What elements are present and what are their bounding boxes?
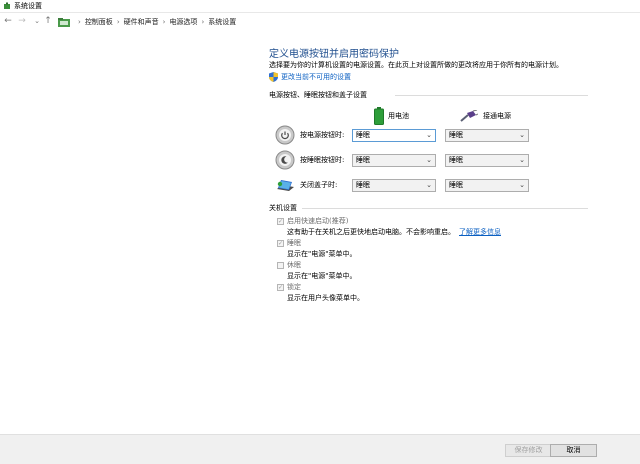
section-divider <box>395 95 588 96</box>
select-value: 睡眠 <box>356 181 370 189</box>
power-plug-icon <box>460 110 478 122</box>
sleep-option-label: 睡眠 <box>287 239 301 247</box>
page-description: 选择要为你的计算机设置的电源设置。在此页上对设置所做的更改将应用于你所有的电源计… <box>269 61 563 69</box>
power-button-battery-select[interactable]: 睡眠 ⌄ <box>352 129 436 142</box>
section-divider <box>302 208 588 209</box>
cancel-button[interactable]: 取消 <box>550 444 597 457</box>
sleep-option-description: 显示在"电源"菜单中。 <box>287 250 357 258</box>
fast-startup-label: 启用快速启动(推荐) <box>287 217 349 225</box>
lid-close-battery-select[interactable]: 睡眠 ⌄ <box>352 179 436 192</box>
control-panel-icon <box>58 17 70 27</box>
plugged-column-label: 接通电源 <box>483 112 511 120</box>
title-bar: 系统设置 <box>0 0 640 13</box>
sleep-button-icon <box>275 150 295 170</box>
power-button-plugged-select[interactable]: 睡眠 ⌄ <box>445 129 529 142</box>
buttons-section-title: 电源按钮、睡眠按钮和盖子设置 <box>269 91 367 99</box>
up-button[interactable]: ↑ <box>42 15 54 27</box>
power-button-icon <box>275 125 295 145</box>
lock-option-label: 锁定 <box>287 283 301 291</box>
battery-column-label: 用电池 <box>388 112 409 120</box>
battery-icon <box>374 107 384 125</box>
breadcrumb-separator: › <box>162 18 166 26</box>
fast-startup-description-text: 这有助于在关机之后更快地启动电脑。不会影响重启。 <box>287 228 455 236</box>
page-title: 定义电源按钮并启用密码保护 <box>269 49 399 60</box>
shutdown-section-title: 关机设置 <box>269 204 297 212</box>
select-value: 睡眠 <box>356 131 370 139</box>
sleep-button-label: 按睡眠按钮时: <box>300 156 345 164</box>
lock-checkbox[interactable]: ✓ <box>277 284 284 291</box>
change-settings-link-label[interactable]: 更改当前不可用的设置 <box>281 72 351 82</box>
save-changes-button[interactable]: 保存修改 <box>505 444 552 457</box>
chevron-down-icon: ⌄ <box>519 131 525 139</box>
learn-more-link[interactable]: 了解更多信息 <box>459 228 501 236</box>
forward-button[interactable]: → <box>16 15 28 27</box>
hibernate-option-label: 休眠 <box>287 261 301 269</box>
back-button[interactable]: ← <box>2 15 14 27</box>
main-content: 定义电源按钮并启用密码保护 选择要为你的计算机设置的电源设置。在此页上对设置所做… <box>0 31 640 434</box>
sleep-checkbox[interactable]: ✓ <box>277 240 284 247</box>
fast-startup-checkbox[interactable]: ✓ <box>277 218 284 225</box>
select-value: 睡眠 <box>356 156 370 164</box>
app-icon <box>4 2 10 9</box>
chevron-down-icon: ⌄ <box>426 131 432 139</box>
breadcrumb-system-settings[interactable]: 系统设置 <box>208 17 236 27</box>
sleep-button-battery-select[interactable]: 睡眠 ⌄ <box>352 154 436 167</box>
change-settings-link[interactable]: 更改当前不可用的设置 <box>269 71 351 82</box>
breadcrumb-control-panel[interactable]: 控制面板 <box>85 17 113 27</box>
chevron-down-icon: ⌄ <box>426 156 432 164</box>
breadcrumb-hardware-sound[interactable]: 硬件和声音 <box>124 17 159 27</box>
laptop-lid-icon <box>277 180 294 191</box>
select-value: 睡眠 <box>449 181 463 189</box>
footer-bar: 保存修改 取消 <box>0 434 640 464</box>
sleep-button-plugged-select[interactable]: 睡眠 ⌄ <box>445 154 529 167</box>
lock-option-description: 显示在用户头像菜单中。 <box>287 294 364 302</box>
window-title: 系统设置 <box>14 2 42 10</box>
hibernate-option-description: 显示在"电源"菜单中。 <box>287 272 357 280</box>
chevron-down-icon: ⌄ <box>519 181 525 189</box>
breadcrumb-separator: › <box>116 18 120 26</box>
breadcrumb: › 控制面板 › 硬件和声音 › 电源选项 › 系统设置 <box>58 16 236 28</box>
select-value: 睡眠 <box>449 131 463 139</box>
power-button-label: 按电源按钮时: <box>300 131 345 139</box>
fast-startup-description: 这有助于在关机之后更快地启动电脑。不会影响重启。 了解更多信息 <box>287 227 501 237</box>
select-value: 睡眠 <box>449 156 463 164</box>
power-button-row: 按电源按钮时: 睡眠 ⌄ 睡眠 ⌄ <box>275 124 535 146</box>
chevron-down-icon: ⌄ <box>519 156 525 164</box>
chevron-down-icon: ⌄ <box>426 181 432 189</box>
address-bar: ← → ⌄ ↑ › 控制面板 › 硬件和声音 › 电源选项 › 系统设置 <box>0 13 640 31</box>
lid-close-label: 关闭盖子时: <box>300 181 338 189</box>
breadcrumb-power-options[interactable]: 电源选项 <box>169 17 197 27</box>
breadcrumb-separator: › <box>201 18 205 26</box>
breadcrumb-separator: › <box>78 18 81 26</box>
uac-shield-icon <box>269 71 278 82</box>
lid-close-plugged-select[interactable]: 睡眠 ⌄ <box>445 179 529 192</box>
hibernate-checkbox[interactable] <box>277 262 284 269</box>
sleep-button-row: 按睡眠按钮时: 睡眠 ⌄ 睡眠 ⌄ <box>275 149 535 171</box>
lid-close-row: 关闭盖子时: 睡眠 ⌄ 睡眠 ⌄ <box>275 174 535 196</box>
